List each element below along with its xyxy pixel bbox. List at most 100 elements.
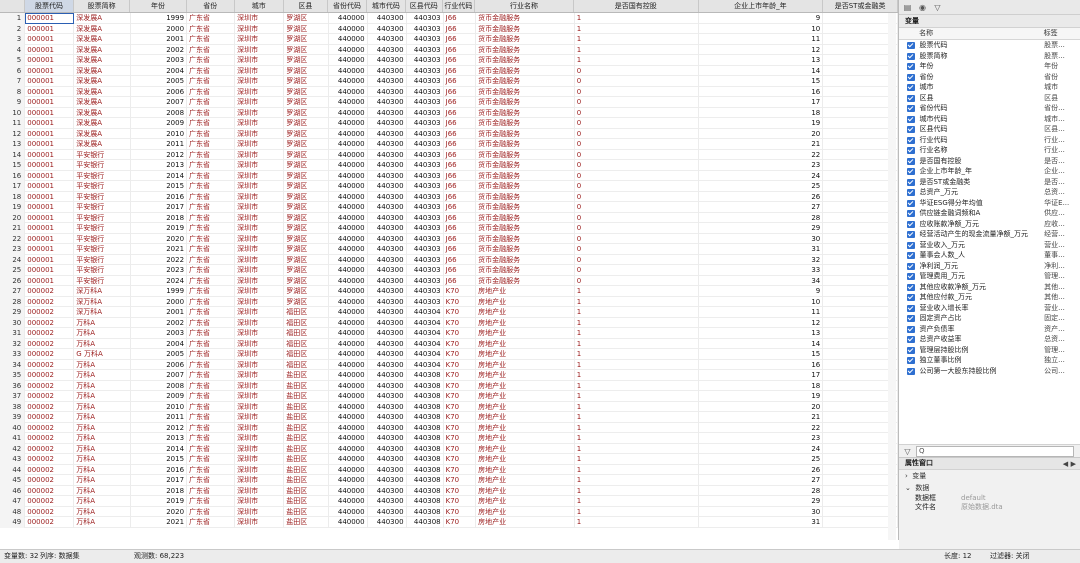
table-cell[interactable]: 440000 [329,286,368,297]
table-cell[interactable]: 000002 [25,296,75,307]
table-cell[interactable]: 盐田区 [284,422,329,433]
table-cell[interactable]: 22 [699,422,824,433]
columns-icon[interactable]: ▤ [903,3,912,12]
table-cell[interactable]: 0 [823,454,898,465]
table-cell[interactable]: 440303 [407,286,444,297]
table-cell[interactable]: 深圳市 [235,496,285,507]
table-cell[interactable]: 罗湖区 [284,86,329,97]
table-cell[interactable]: 广东省 [187,223,236,234]
table-cell[interactable]: 房地产业 [476,359,575,370]
row-number-header[interactable] [0,0,25,12]
table-cell[interactable]: 440303 [407,212,444,223]
row-number[interactable]: 27 [0,286,26,297]
table-cell[interactable]: 深圳市 [235,475,285,486]
table-row[interactable]: 22 000001 平安银行 2020 广东省 深圳市 罗湖区 440000 440300 440… [0,233,898,244]
table-cell[interactable]: 深圳市 [235,97,285,108]
variable-item[interactable]: 股票简称 股票... [899,51,1080,62]
column-header[interactable]: 区县代码 [406,0,443,12]
table-cell[interactable]: 1 [575,370,699,381]
table-cell[interactable]: 0 [823,370,898,381]
table-cell[interactable]: 440000 [329,202,368,213]
table-cell[interactable]: 2007 [131,97,188,108]
table-cell[interactable]: 440300 [368,391,407,402]
table-cell[interactable]: 万科A [74,475,131,486]
checkbox-icon[interactable] [907,357,916,364]
table-cell[interactable]: 440303 [407,128,444,139]
table-cell[interactable]: K70 [444,485,477,496]
row-number[interactable]: 23 [0,244,26,255]
variable-search-input[interactable]: Q [916,445,1074,457]
table-cell[interactable]: 罗湖区 [284,170,329,181]
table-cell[interactable]: 深发展A [74,86,131,97]
table-row[interactable]: 3 000001 深发展A 2001 广东省 深圳市 罗湖区 440000 440300 4403… [0,34,898,45]
table-row[interactable]: 11 000001 深发展A 2009 广东省 深圳市 罗湖区 440000 440300 440… [0,118,898,129]
table-cell[interactable]: 广东省 [187,359,236,370]
table-cell[interactable]: 000002 [25,506,75,517]
table-cell[interactable]: J66 [444,97,477,108]
table-row[interactable]: 19 000001 平安银行 2017 广东省 深圳市 罗湖区 440000 440300 440… [0,202,898,213]
table-cell[interactable]: 罗湖区 [284,244,329,255]
prop-section-variables[interactable]: › 变量 [899,470,1080,482]
table-cell[interactable]: 货币金融服务 [476,23,575,34]
table-cell[interactable]: 万科A [74,370,131,381]
table-cell[interactable]: 1 [823,149,898,160]
table-cell[interactable]: 0 [575,86,699,97]
table-cell[interactable]: 广东省 [187,338,236,349]
table-cell[interactable]: 000001 [25,170,75,181]
table-cell[interactable]: 16 [699,359,824,370]
table-cell[interactable]: J66 [444,23,477,34]
row-number[interactable]: 4 [0,44,26,55]
table-cell[interactable]: 440300 [368,107,407,118]
table-cell[interactable]: 440000 [329,391,368,402]
table-cell[interactable]: 1 [823,139,898,150]
table-cell[interactable]: 0 [823,443,898,454]
table-cell[interactable]: 000002 [25,317,75,328]
table-row[interactable]: 38 000002 万科A 2010 广东省 深圳市 盐田区 440000 440300 4403… [0,401,898,412]
table-cell[interactable]: 26 [699,464,824,475]
table-cell[interactable]: 1 [823,65,898,76]
table-cell[interactable]: 1 [575,44,699,55]
table-cell[interactable]: 广东省 [187,107,236,118]
table-cell[interactable]: 15 [699,76,824,87]
table-cell[interactable]: 盐田区 [284,506,329,517]
table-cell[interactable]: 11 [699,34,824,45]
table-cell[interactable]: 盐田区 [284,485,329,496]
table-cell[interactable]: 货币金融服务 [476,170,575,181]
table-cell[interactable]: 广东省 [187,97,236,108]
table-cell[interactable]: 广东省 [187,464,236,475]
table-cell[interactable]: 440000 [329,139,368,150]
table-cell[interactable]: K70 [444,370,477,381]
table-cell[interactable]: 14 [699,338,824,349]
table-cell[interactable]: 广东省 [187,86,236,97]
table-cell[interactable]: 1 [823,160,898,171]
checkbox-icon[interactable] [907,252,916,259]
table-row[interactable]: 43 000002 万科A 2015 广东省 深圳市 盐田区 440000 440300 4403… [0,454,898,465]
variable-item[interactable]: 区县代码 区县... [899,124,1080,135]
variable-item[interactable]: 其他应付款_万元 其他... [899,292,1080,303]
row-number[interactable]: 3 [0,34,26,45]
table-cell[interactable]: 深万科A [74,286,131,297]
table-cell[interactable]: 万科A [74,338,131,349]
variable-item[interactable]: 省份代码 省份... [899,103,1080,114]
table-cell[interactable]: 17 [699,97,824,108]
table-cell[interactable]: 福田区 [284,349,329,360]
table-cell[interactable]: 货币金融服务 [476,128,575,139]
table-cell[interactable]: 平安银行 [74,223,131,234]
table-cell[interactable]: 1 [575,454,699,465]
table-cell[interactable]: 440308 [407,380,444,391]
table-cell[interactable]: 0 [575,118,699,129]
table-cell[interactable]: 33 [699,265,824,276]
table-cell[interactable]: 440300 [368,443,407,454]
variable-item[interactable]: 城市代码 城市... [899,114,1080,125]
table-row[interactable]: 35 000002 万科A 2007 广东省 深圳市 盐田区 440000 440300 4403… [0,370,898,381]
table-cell[interactable]: 440000 [329,380,368,391]
table-cell[interactable]: 万科A [74,454,131,465]
table-cell[interactable]: 440303 [407,181,444,192]
table-cell[interactable]: 0 [575,265,699,276]
table-cell[interactable]: 货币金融服务 [476,65,575,76]
table-cell[interactable]: 2000 [131,296,188,307]
table-cell[interactable]: 000002 [25,475,75,486]
table-cell[interactable]: 0 [575,191,699,202]
table-cell[interactable]: 000001 [25,97,75,108]
table-cell[interactable]: 货币金融服务 [476,149,575,160]
